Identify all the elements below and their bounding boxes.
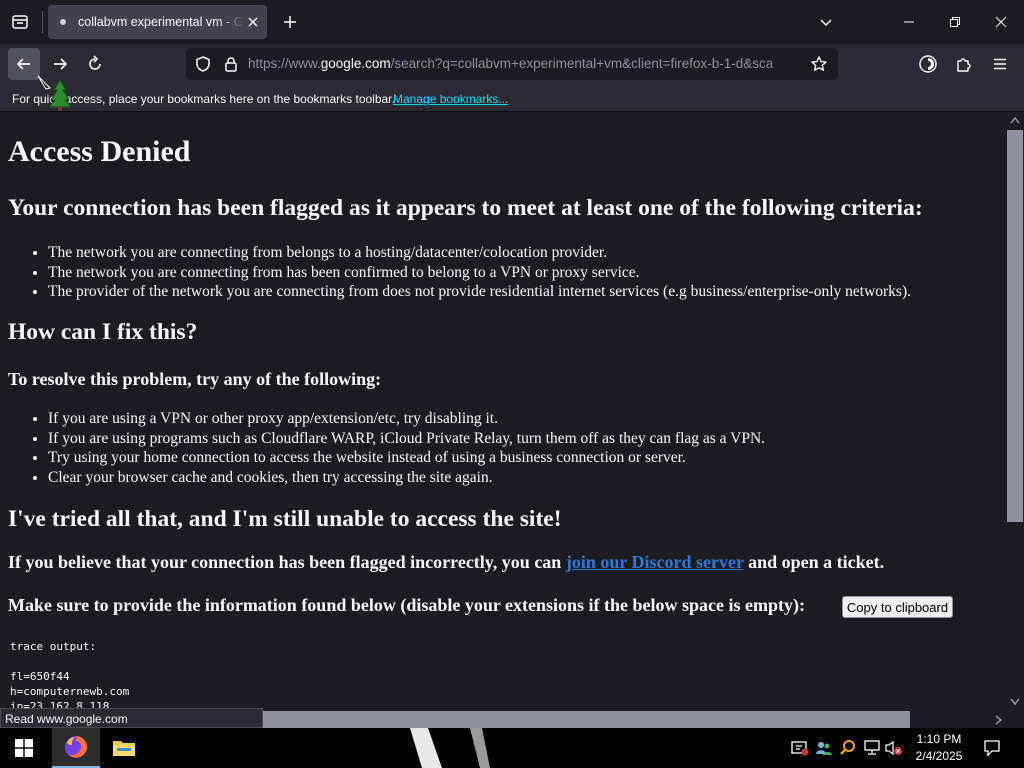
tab-title: collabvm experimental vm - Go <box>78 15 243 29</box>
tab-separator <box>42 11 43 33</box>
taskbar-firefox-button[interactable] <box>52 728 100 768</box>
taskbar-file-explorer-button[interactable] <box>100 728 148 768</box>
trace-label: trace output: <box>10 640 97 653</box>
page-title: Access Denied <box>8 135 191 168</box>
clock-date: 2/4/2025 <box>915 749 963 763</box>
lock-icon[interactable] <box>222 55 240 73</box>
trace-blank <box>10 654 129 669</box>
scroll-up-arrow-icon[interactable] <box>1010 116 1020 124</box>
minimize-icon <box>904 21 914 23</box>
mouse-cursor <box>37 75 73 111</box>
restore-button[interactable] <box>932 4 978 40</box>
reload-icon <box>89 55 101 70</box>
resolve-heading: To resolve this problem, try any of the … <box>8 369 382 389</box>
tray-security-icon[interactable] <box>790 738 810 758</box>
windows-logo-icon <box>15 739 33 757</box>
navigation-toolbar: https://www.google.com/search?q=collabvm… <box>0 44 1024 84</box>
reload-button[interactable] <box>79 48 111 80</box>
steps-list: If you are using a VPN or other proxy ap… <box>48 409 765 487</box>
trace-line: h=computernewb.com <box>10 685 130 698</box>
criteria-list: The network you are connecting from belo… <box>48 243 911 302</box>
new-tab-button[interactable] <box>276 8 304 36</box>
scroll-right-arrow-icon[interactable] <box>995 715 1003 725</box>
list-item: If you are using a VPN or other proxy ap… <box>48 409 765 429</box>
window-close-button[interactable] <box>978 4 1024 40</box>
start-button[interactable] <box>0 728 48 768</box>
minimize-button[interactable] <box>886 4 932 40</box>
url-text[interactable]: https://www.google.com/search?q=collabvm… <box>248 56 800 71</box>
discord-link[interactable]: join our Discord server <box>566 552 744 572</box>
discord-text-after: and open a ticket. <box>743 552 885 572</box>
list-all-tabs-button[interactable] <box>812 8 840 36</box>
tab-close-button[interactable] <box>245 14 261 30</box>
notification-icon <box>984 740 1000 757</box>
trace-output: trace output: fl=650f44 h=computernewb.c… <box>10 639 129 711</box>
copy-to-clipboard-button[interactable]: Copy to clipboard <box>842 596 953 618</box>
firefox-view-icon <box>12 15 28 29</box>
list-item: The provider of the network you are conn… <box>48 282 911 302</box>
tray-network-icon[interactable] <box>862 738 882 758</box>
fix-heading: How can I fix this? <box>8 319 198 345</box>
url-bar[interactable]: https://www.google.com/search?q=collabvm… <box>186 48 838 80</box>
vertical-scrollbar[interactable] <box>1006 113 1024 711</box>
trace-line: fl=650f44 <box>10 670 70 683</box>
tray-people-icon[interactable] <box>814 738 834 758</box>
arrow-right-icon <box>54 58 68 70</box>
vertical-scroll-thumb[interactable] <box>1007 130 1023 522</box>
arrow-left-icon <box>16 58 30 70</box>
tray-search-icon[interactable] <box>838 738 858 758</box>
plus-icon <box>284 16 296 28</box>
action-center-button[interactable] <box>976 728 1008 768</box>
hamburger-menu-icon <box>994 58 1006 70</box>
list-item: Try using your home connection to access… <box>48 448 765 468</box>
firefox-view-button[interactable] <box>4 6 36 38</box>
chevron-down-icon <box>820 19 832 27</box>
discord-paragraph: If you believe that your connection has … <box>8 552 884 573</box>
manage-bookmarks-link[interactable]: Manage bookmarks... <box>393 92 508 106</box>
restore-icon <box>950 17 960 27</box>
tab-favicon-icon <box>60 19 66 25</box>
tab-active[interactable]: collabvm experimental vm - Go <box>48 5 267 39</box>
bookmarks-toolbar: For quick access, place your bookmarks h… <box>0 84 1024 112</box>
extensions-button[interactable] <box>950 50 978 78</box>
discord-text-before: If you believe that your connection has … <box>8 552 566 572</box>
list-item: The network you are connecting from belo… <box>48 243 911 263</box>
tab-strip: collabvm experimental vm - Go <box>0 0 1024 44</box>
flag-heading: Your connection has been flagged as it a… <box>8 195 923 221</box>
windows-taskbar: 1:10 PM 2/4/2025 <box>0 728 1024 768</box>
taskbar-clock[interactable]: 1:10 PM 2/4/2025 <box>906 731 972 765</box>
account-sync-button[interactable] <box>914 50 942 78</box>
app-menu-button[interactable] <box>986 50 1014 78</box>
list-item: The network you are connecting from has … <box>48 263 911 283</box>
list-item: If you are using programs such as Cloudf… <box>48 429 765 449</box>
status-panel: Read www.google.com <box>0 708 263 728</box>
url-host: google.com <box>320 56 391 71</box>
tried-heading: I've tried all that, and I'm still unabl… <box>8 506 562 532</box>
url-path: /search?q=collabvm+experimental+vm&clien… <box>390 56 774 71</box>
close-icon <box>248 17 258 27</box>
close-icon <box>995 16 1007 28</box>
sync-icon <box>919 55 937 73</box>
wallpaper-fragment <box>410 728 490 768</box>
clock-time: 1:10 PM <box>916 732 962 746</box>
bookmark-star-icon[interactable] <box>810 55 828 73</box>
provide-info-text: Make sure to provide the information fou… <box>8 595 806 615</box>
firefox-icon <box>65 736 87 758</box>
folder-icon <box>113 741 135 756</box>
scroll-down-arrow-icon[interactable] <box>1010 698 1020 706</box>
tracking-protection-shield-icon[interactable] <box>194 55 212 73</box>
horizontal-scroll-thumb[interactable] <box>263 711 910 728</box>
url-prefix: https://www. <box>248 56 321 71</box>
tray-volume-muted-icon[interactable] <box>884 738 904 758</box>
list-item: Clear your browser cache and cookies, th… <box>48 468 765 488</box>
puzzle-piece-icon <box>957 58 971 72</box>
page-content: Access Denied Your connection has been f… <box>0 113 1006 711</box>
